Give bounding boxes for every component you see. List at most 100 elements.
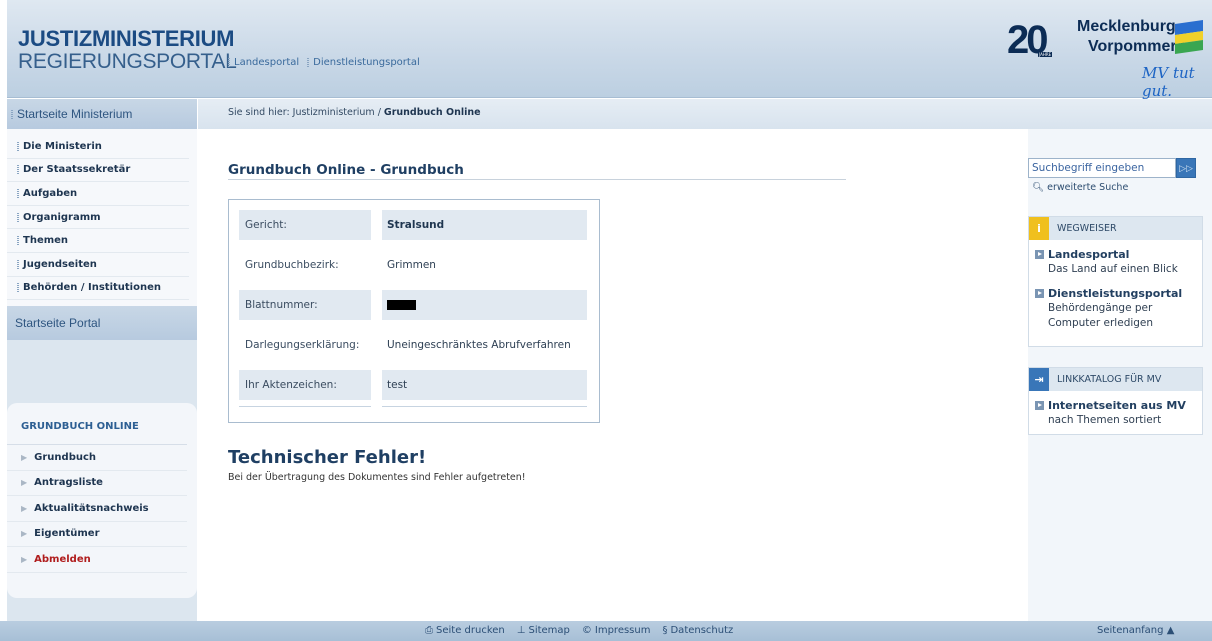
main-content: Grundbuch Online - Grundbuch Gericht: St… [198,129,1028,621]
row-label: Grundbuchbezirk: [245,259,339,271]
entry-subtitle: Das Land auf einen Blick [1048,263,1178,275]
footer-link-label: Seite drucken [436,625,505,636]
row-value: Uneingeschränktes Abrufverfahren [387,339,571,351]
row-value: test [382,370,587,400]
wegweiser-entry-dienstleistungsportal[interactable]: Dienstleistungsportal Behördengänge per … [1029,277,1202,331]
flag-icon [1175,20,1207,56]
arrow-up-icon: ▲ [1166,625,1175,636]
table-row: Blattnummer: [239,290,589,320]
sidebar-item-jugendseiten[interactable]: Jugendseiten [7,253,189,277]
menu-item-label: Antragsliste [34,477,103,489]
separator-icon [17,283,19,293]
left-sidebar: Startseite Ministerium Die Ministerin De… [7,99,197,621]
linkkatalog-entry-internetseiten[interactable]: Internetseiten aus MV nach Themen sortie… [1029,391,1202,428]
page-footer: ⎙ Seite drucken ⊥ Sitemap © Impressum § Date… [0,621,1212,641]
wegweiser-title: WEGWEISER [1057,223,1117,234]
sidebar-item-ministerin[interactable]: Die Ministerin [7,135,189,159]
menu-item-antragsliste[interactable]: ▶ Antragsliste [7,471,187,496]
linkkatalog-header: ⇥ LINKKATALOG FÜR MV [1029,368,1202,391]
table-row: Gericht: Stralsund [239,210,589,240]
footer-link-label: Datenschutz [670,625,734,636]
entry-title: Dienstleistungsportal [1048,287,1183,300]
grundbuch-online-menu: GRUNDBUCH ONLINE ▶ Grundbuch ▶ Antragslist… [7,403,197,598]
brand-title[interactable]: JUSTIZMINISTERIUM [18,26,234,52]
footer-datenschutz-link[interactable]: § Datenschutz [662,625,733,636]
separator-icon [17,165,19,175]
sidebar-item-behoerden[interactable]: Behörden / Institutionen [7,277,189,301]
menu-item-label: Abmelden [34,553,91,565]
separator-icon [17,188,19,198]
brand-subtitle[interactable]: REGIERUNGSPORTAL [18,50,237,74]
sidebar-item-label: Jugendseiten [23,258,97,270]
sidebar-item-label: Behörden / Institutionen [23,282,161,294]
menu-item-grundbuch[interactable]: ▶ Grundbuch [7,445,187,471]
menu-item-abmelden[interactable]: ▶ Abmelden [7,547,187,573]
separator-icon [11,109,13,119]
row-value: Grimmen [387,259,436,271]
row-label: Blattnummer: [239,290,371,320]
row-value: Stralsund [382,210,587,240]
footer-links: ⎙ Seite drucken ⊥ Sitemap © Impressum § Date… [425,625,733,636]
title-divider [228,179,846,180]
error-title: Technischer Fehler! [228,447,427,468]
logo-vorpommern: Vorpommern [1088,38,1187,55]
arrow-right-icon [1035,289,1044,298]
sidebar-item-aufgaben[interactable]: Aufgaben [7,182,189,206]
printer-icon: ⎙ [425,625,433,636]
separator-icon [17,259,19,269]
row-value-redacted [382,290,587,320]
search-input[interactable]: Suchbegriff eingeben [1028,158,1176,178]
topnav-dienstleistungsportal-label: Dienstleistungsportal [313,57,420,68]
sidebar-item-label: Themen [23,235,69,247]
topnav-dienstleistungsportal-link[interactable]: Dienstleistungsportal [307,57,420,68]
arrow-right-icon: ▶ [21,452,28,462]
back-to-top-link[interactable]: Seitenanfang ▲ [1097,625,1174,636]
sidebar-portal-home-link[interactable]: Startseite Portal [7,306,197,341]
logo-slogan: MV tut gut. [1142,64,1195,100]
redaction-block [387,300,416,310]
advanced-search-link[interactable]: 🔍︎ erweiterte Suche [1032,182,1128,193]
footer-impressum-link[interactable]: © Impressum [582,625,651,636]
mv-logo[interactable]: 20 JAHRE Mecklenburg Vorpommern MV tut g… [997,14,1212,100]
search-submit-button[interactable]: ▷▷ [1176,158,1196,178]
advanced-search-label: erweiterte Suche [1047,182,1129,193]
separator-icon [228,58,230,67]
grundbuch-info-table: Gericht: Stralsund Grundbuchbezirk: Grim… [228,199,600,423]
sidebar-item-label: Der Staatssekretär [23,164,131,176]
topnav-landesportal-link[interactable]: Landesportal [228,57,299,68]
row-spacer-left [239,406,371,410]
sidebar-home-ministry-link[interactable]: Startseite Ministerium [7,99,197,129]
sidebar-item-organigramm[interactable]: Organigramm [7,206,189,230]
table-row: Grundbuchbezirk: Grimmen [239,250,589,280]
copyright-icon: © [581,625,592,636]
sidebar-item-staatssekretaer[interactable]: Der Staatssekretär [7,159,189,183]
page-title: Grundbuch Online - Grundbuch [228,162,464,178]
arrow-right-icon: ▶ [21,529,28,539]
menu-item-label: Aktualitätsnachweis [34,502,149,514]
sidebar-item-label: Aufgaben [23,187,78,199]
topnav-landesportal-label: Landesportal [234,57,300,68]
footer-link-label: Sitemap [528,625,570,636]
footer-sitemap-link[interactable]: ⊥ Sitemap [517,625,570,636]
footer-print-link[interactable]: ⎙ Seite drucken [425,625,505,636]
separator-icon [17,141,19,151]
menu-item-eigentuemer[interactable]: ▶ Eigentümer [7,522,187,547]
row-spacer-right [382,406,587,410]
sidebar-item-themen[interactable]: Themen [7,229,189,253]
breadcrumb-prefix[interactable]: Sie sind hier: Justizministerium / [228,107,384,118]
row-label: Darlegungserklärung: [245,339,360,351]
linkkatalog-panel: ⇥ LINKKATALOG FÜR MV Internetseiten aus … [1028,367,1203,435]
breadcrumb-current: Grundbuch Online [383,107,481,118]
entry-subtitle: Behördengänge per Computer erledigen [1048,302,1154,329]
magnifier-icon: 🔍︎ [1032,182,1045,193]
info-icon: i [1029,217,1049,240]
menu-item-aktualitaetsnachweis[interactable]: ▶ Aktualitätsnachweis [7,496,187,522]
separator-icon [307,58,310,67]
entry-title: Landesportal [1048,248,1130,261]
arrow-right-icon: ▶ [21,503,28,513]
menu-item-label: Grundbuch [34,451,97,463]
wegweiser-panel: i WEGWEISER Landesportal Das Land auf ei… [1028,216,1203,347]
wegweiser-entry-landesportal[interactable]: Landesportal Das Land auf einen Blick [1029,240,1202,277]
page-header: JUSTIZMINISTERIUM REGIERUNGSPORTAL Lande… [7,0,1212,100]
error-message: Bei der Übertragung des Dokumentes sind … [228,472,526,483]
